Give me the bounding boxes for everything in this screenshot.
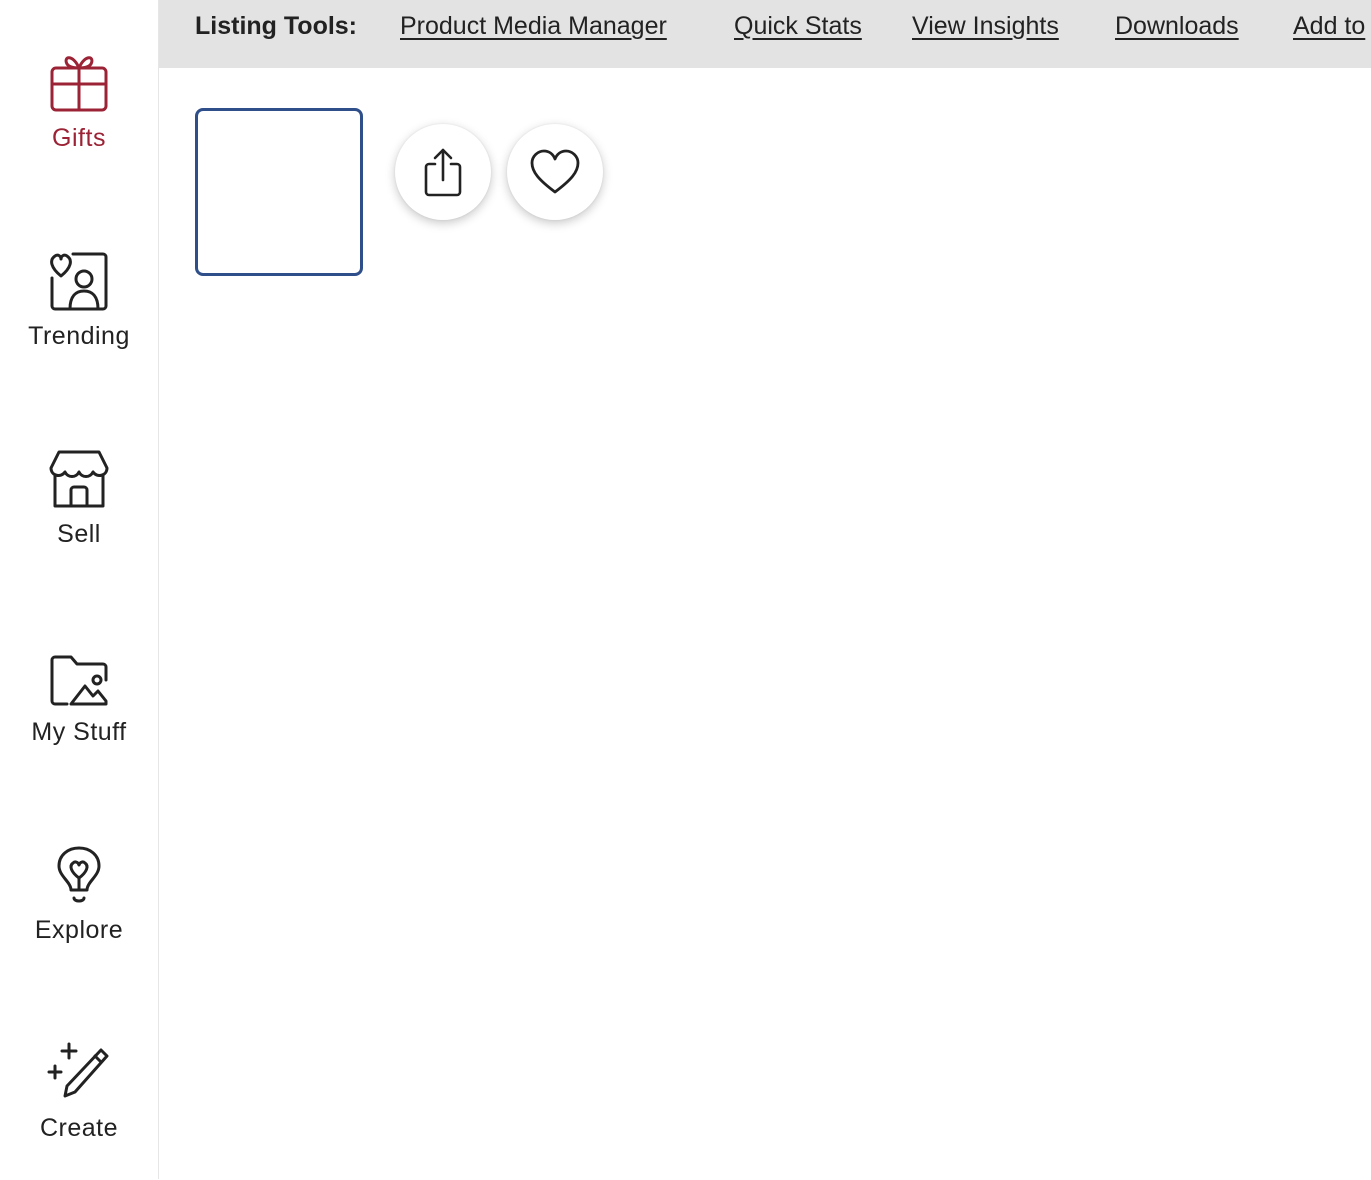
- trending-heart-person-icon: [47, 248, 111, 312]
- share-icon: [423, 146, 463, 198]
- sidebar-item-my-stuff[interactable]: My Stuff: [0, 644, 158, 784]
- sidebar-item-label: Trending: [28, 322, 130, 350]
- lightbulb-heart-icon: [47, 842, 111, 906]
- add-to-link[interactable]: Add to: [1293, 12, 1365, 41]
- sidebar-item-label: Create: [39, 1114, 119, 1142]
- sidebar-item-gifts[interactable]: Gifts: [0, 50, 158, 190]
- view-insights-link[interactable]: View Insights: [912, 12, 1059, 41]
- sidebar-item-label: Gifts: [52, 124, 106, 152]
- heart-icon: [529, 148, 581, 196]
- sidebar-item-explore[interactable]: Explore: [0, 842, 158, 982]
- pencil-sparkle-icon: [47, 1040, 111, 1104]
- listing-tools-bar: Listing Tools: Product Media Manager Qui…: [159, 0, 1371, 68]
- sidebar-item-label: Explore: [34, 916, 124, 944]
- favorite-button[interactable]: [507, 124, 603, 220]
- sidebar-item-create[interactable]: Create: [0, 1040, 158, 1180]
- share-button[interactable]: [395, 124, 491, 220]
- folder-image-icon: [47, 644, 111, 708]
- sidebar-item-sell[interactable]: Sell: [0, 446, 158, 586]
- product-thumbnail-selected[interactable]: [195, 108, 363, 276]
- sidebar-item-label: Sell: [57, 520, 101, 548]
- sidebar-item-label: My Stuff: [31, 718, 127, 746]
- storefront-icon: [47, 446, 111, 510]
- sidebar-nav: Gifts Trending Sell My Stuff Explore Cre…: [0, 0, 159, 1179]
- sidebar-item-trending[interactable]: Trending: [0, 248, 158, 388]
- listing-tools-title: Listing Tools:: [195, 12, 358, 40]
- product-media-manager-link[interactable]: Product Media Manager: [400, 12, 667, 41]
- downloads-link[interactable]: Downloads: [1115, 12, 1239, 41]
- quick-stats-link[interactable]: Quick Stats: [734, 12, 862, 41]
- gift-icon: [47, 50, 111, 114]
